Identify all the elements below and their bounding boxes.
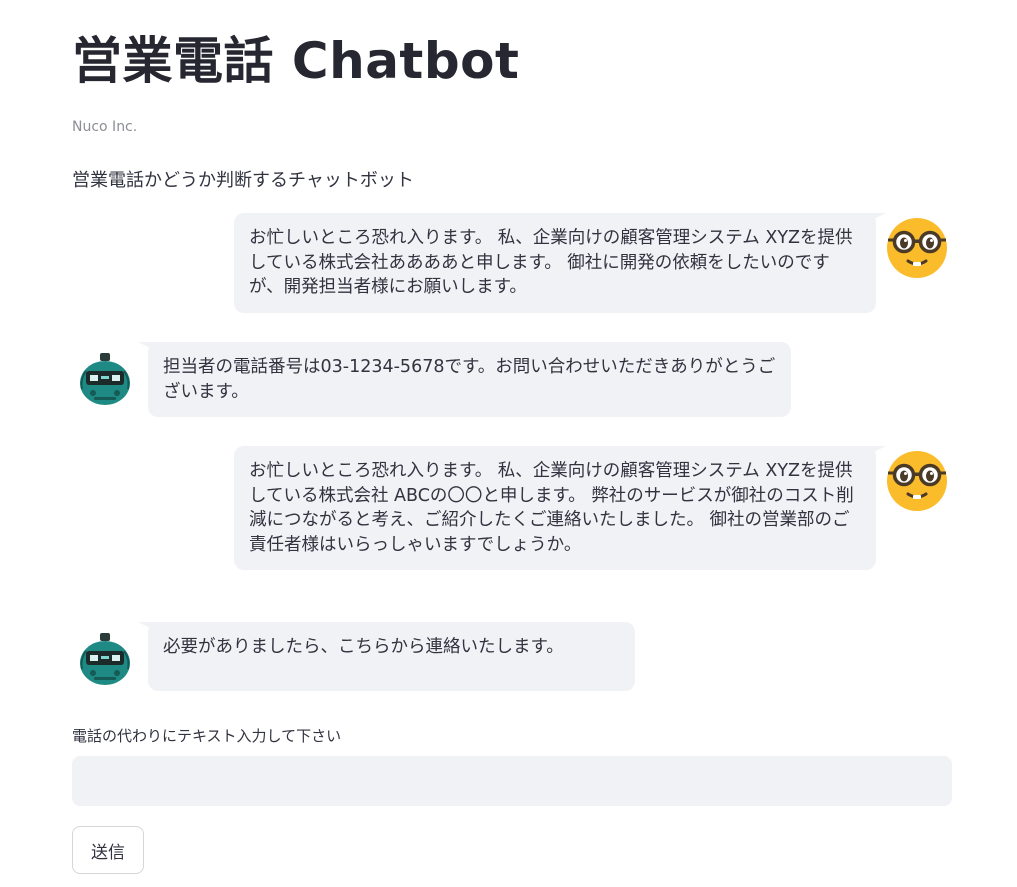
robot-icon xyxy=(76,629,134,691)
user-message-text: お忙しいところ恐れ入ります。 私、企業向けの顧客管理システム XYZを提供してい… xyxy=(249,228,853,297)
page-title: 営業電話 Chatbot xyxy=(72,32,520,90)
user-message-bubble: お忙しいところ恐れ入ります。 私、企業向けの顧客管理システム XYZを提供してい… xyxy=(234,213,886,313)
page-description: 営業電話かどうか判断するチャットボット xyxy=(72,170,414,191)
nerd-face-icon xyxy=(886,450,948,512)
nerd-face-icon xyxy=(886,217,948,279)
bot-message-bubble: 担当者の電話番号は03-1234-5678です。お問い合わせいただきありがとうご… xyxy=(138,342,791,417)
main-container: 営業電話 Chatbot Nuco Inc. 営業電話かどうか判断するチャットボ… xyxy=(0,0,1017,887)
bot-message-bubble: 必要がありましたら、こちらから連絡いたします。 xyxy=(138,622,635,691)
bot-message-text: 担当者の電話番号は03-1234-5678です。お問い合わせいただきありがとうご… xyxy=(163,357,776,402)
text-input-label: 電話の代わりにテキスト入力して下さい xyxy=(72,727,342,745)
user-message-bubble: お忙しいところ恐れ入ります。 私、企業向けの顧客管理システム XYZを提供してい… xyxy=(234,446,886,570)
user-message-text: お忙しいところ恐れ入ります。 私、企業向けの顧客管理システム XYZを提供してい… xyxy=(249,461,854,555)
message-input[interactable] xyxy=(72,756,952,806)
bot-message-text: 必要がありましたら、こちらから連絡いたします。 xyxy=(163,637,564,657)
robot-icon xyxy=(76,349,134,411)
page-caption: Nuco Inc. xyxy=(72,119,138,135)
send-button[interactable]: 送信 xyxy=(72,826,144,874)
